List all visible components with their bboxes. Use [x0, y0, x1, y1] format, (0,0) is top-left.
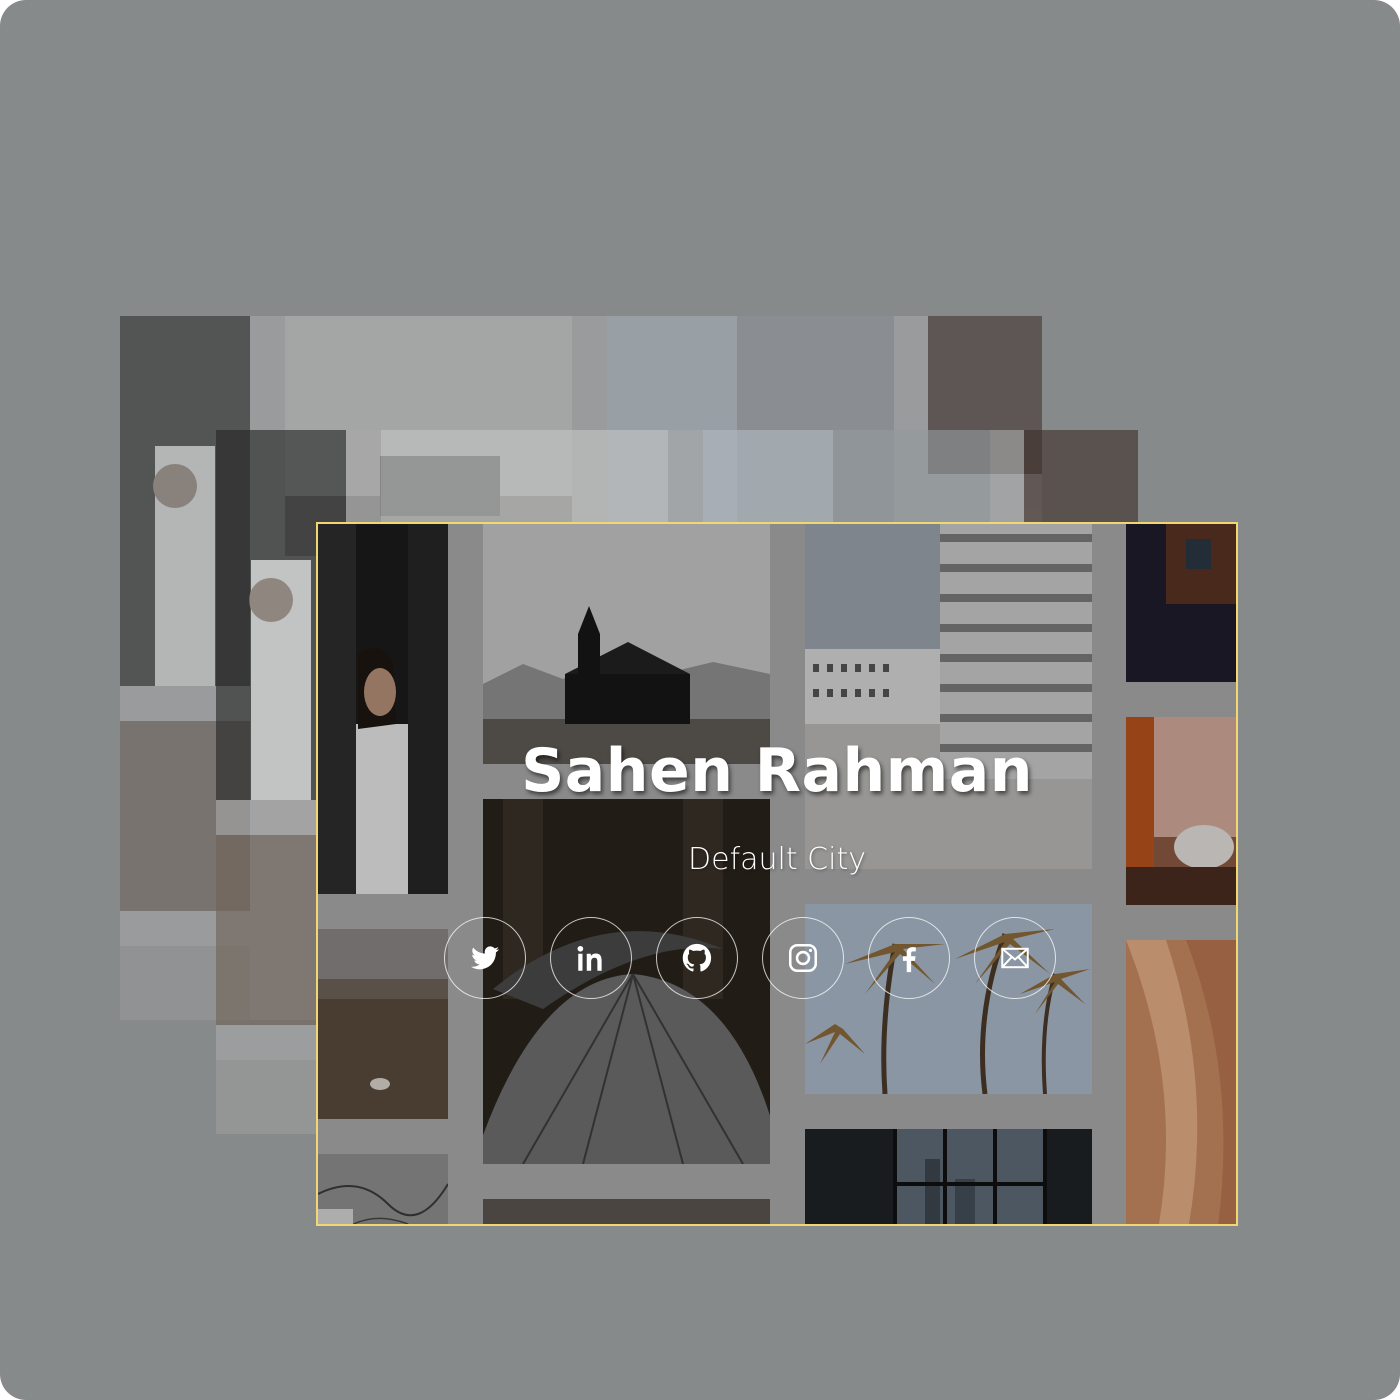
twitter-icon [470, 946, 500, 970]
facebook-button[interactable] [868, 917, 950, 999]
social-links [444, 917, 1056, 999]
profile-name: Sahen Rahman [521, 736, 1033, 806]
profile-card[interactable]: Sahen Rahman Default City [316, 522, 1238, 1226]
instagram-button[interactable] [762, 917, 844, 999]
github-button[interactable] [656, 917, 738, 999]
facebook-icon [902, 947, 916, 973]
linkedin-icon [577, 945, 602, 971]
twitter-button[interactable] [444, 917, 526, 999]
profile-city: Default City [688, 842, 866, 877]
preview-canvas: Sahen Rahman Default City [0, 0, 1400, 1400]
instagram-icon [788, 943, 818, 973]
mail-icon [1001, 947, 1029, 969]
linkedin-button[interactable] [550, 917, 632, 999]
github-icon [682, 943, 712, 972]
email-button[interactable] [974, 917, 1056, 999]
